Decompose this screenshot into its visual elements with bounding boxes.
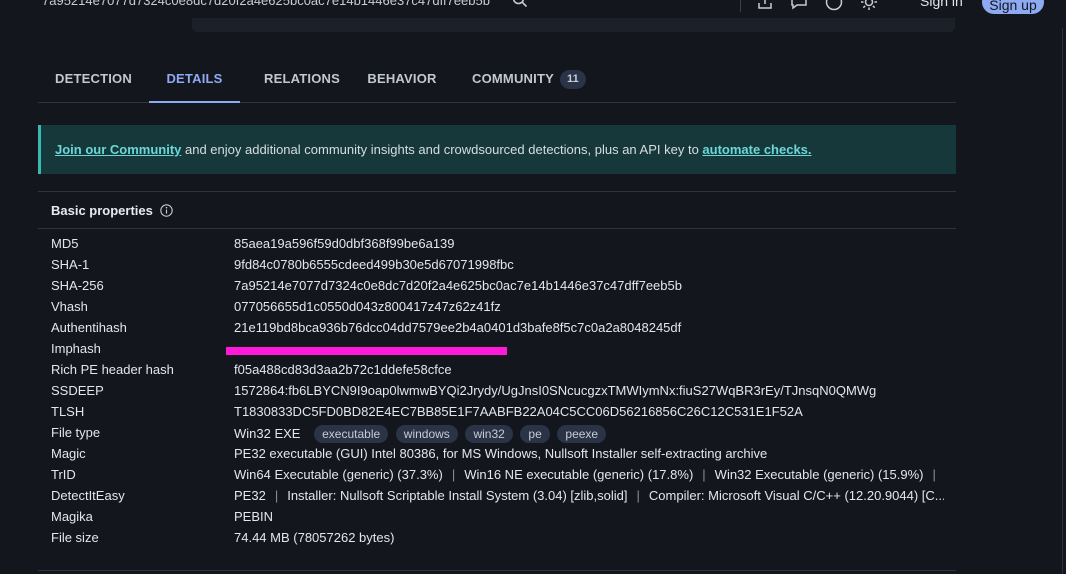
trid-segment: Win16 NE executable (generic) (17.8%) [464,467,694,482]
sign-up-button[interactable]: Sign up [982,0,1044,14]
property-row: Authentihash 21e119bd8bca936b76dcc04dd75… [38,320,956,341]
header-card-edge [192,18,955,32]
tab-label: COMMUNITY [472,71,554,86]
property-value: f05a488cd83d3aa2b72c1ddefe58cfce [234,362,452,377]
tag-chip[interactable]: win32 [465,425,513,443]
trid-segment: Win32 Executable (generic) (15.9%) [714,467,924,482]
property-value: 7a95214e7077d7324c0e8dc7d20f2a4e625bc0ac… [234,278,682,293]
property-value: PE32 executable (GUI) Intel 80386, for M… [234,446,768,461]
property-value: Win32 EXE [234,426,301,441]
sign-in-link[interactable]: Sign in [920,0,963,9]
property-row: SSDEEP 1572864:fb6LBYCN9I9oap0lwmwBYQi2J… [38,383,956,404]
trid-value: Win64 Executable (generic) (37.3%) | Win16… [234,467,944,482]
tab-detection[interactable]: DETECTION [46,58,141,103]
property-value: 74.44 MB (78057262 bytes) [234,530,395,545]
community-banner: Join our Community and enjoy additional … [38,125,956,174]
divider [38,228,956,229]
automate-checks-link[interactable]: automate checks. [702,142,811,157]
property-value: 9fd84c0780b6555cdeed499b30e5d67071998fbc [234,257,514,272]
separator: | [636,488,640,503]
property-row: SHA-1 9fd84c0780b6555cdeed499b30e5d67071… [38,257,956,278]
property-key: Magic [51,446,86,461]
basic-properties-card: Basic properties MD5 85aea19a596f59d0dbf… [38,191,956,574]
property-row: Rich PE header hash f05a488cd83d3aa2b72c… [38,362,956,383]
help-icon[interactable] [825,0,843,11]
property-value: PEBIN [234,509,274,524]
search-icon[interactable] [512,0,528,8]
chat-icon[interactable] [790,0,808,11]
property-key: Magika [51,509,93,524]
top-bar: 7a95214e7077d7324c0e8dc7d20f2a4e625bc0ac… [0,0,1066,18]
die-segment: PE32 [234,488,266,503]
property-row: Vhash 077056655d1c0550d043z800417z47z62z… [38,299,956,320]
tab-label: RELATIONS [264,71,340,86]
trid-segment: Win64 Executable (generic) (37.3%) [234,467,443,482]
tab-details[interactable]: DETAILS [149,58,240,103]
die-segment: Compiler: Microsoft Visual C/C++ (12.20.… [648,488,944,503]
property-key: Imphash [51,341,101,356]
property-key: Authentihash [51,320,127,335]
property-key: SSDEEP [51,383,104,398]
tag-chip[interactable]: executable [314,425,389,443]
tab-relations[interactable]: RELATIONS [252,58,352,103]
right-divider [1062,28,1063,574]
separator: | [274,488,279,503]
theme-toggle-icon[interactable] [860,0,878,11]
property-key: Vhash [51,299,88,314]
property-row: Magic PE32 executable (GUI) Intel 80386,… [38,446,956,467]
section-title: Basic properties [51,203,153,218]
property-row: DetectItEasy PE32 | Installer: Nullsoft Sc… [38,488,956,509]
property-key: File type [51,425,101,440]
tab-community[interactable]: COMMUNITY 11 [466,58,592,103]
separator: | [702,467,706,482]
tab-label: BEHAVIOR [367,71,437,86]
property-key: DetectItEasy [51,488,125,503]
tag-chip[interactable]: peexe [557,425,607,443]
tab-label: DETECTION [55,71,132,86]
die-segment: Installer: Nullsoft Scriptable Install S… [287,488,628,503]
search-input[interactable]: 7a95214e7077d7324c0e8dc7d20f2a4e625bc0ac… [42,0,490,8]
property-key: File size [51,530,99,545]
property-row: TrID Win64 Executable (generic) (37.3%) |… [38,467,956,488]
property-key: SHA-1 [51,257,90,272]
tag-chip[interactable]: windows [395,425,458,443]
property-key: Rich PE header hash [51,362,174,377]
property-row: File size 74.44 MB (78057262 bytes) [38,530,956,551]
property-key: MD5 [51,236,79,251]
property-row: SHA-256 7a95214e7077d7324c0e8dc7d20f2a4e… [38,278,956,299]
tab-behavior[interactable]: BEHAVIOR [362,58,442,103]
property-key: SHA-256 [51,278,104,293]
property-key: TLSH [51,404,85,419]
file-type-value: Win32 EXE executable windows win32 pe pe… [234,425,944,443]
property-row: TLSH T1830833DC5FD0BD82E4EC7BB85E1F7AABF… [38,404,956,425]
tag-chip[interactable]: pe [520,425,550,443]
toolbar-divider [740,0,741,12]
property-row: Magika PEBIN [38,509,956,530]
tab-label: DETAILS [166,71,223,86]
property-value: 21e119bd8bca936b76dcc04dd7579ee2b4a0401d… [234,320,682,335]
property-row: MD5 85aea19a596f59d0dbf368f99be6a139 [38,236,956,257]
property-value: 85aea19a596f59d0dbf368f99be6a139 [234,236,455,251]
separator: | [451,467,456,482]
separator: | [932,467,936,482]
join-community-link[interactable]: Join our Community [55,142,181,157]
property-value: T1830833DC5FD0BD82E4EC7BB85E1F7AABFB22A0… [234,404,803,419]
community-count-badge: 11 [559,70,586,90]
property-row: File type Win32 EXE executable windows w… [38,425,956,446]
report-tabs: DETECTION DETAILS RELATIONS BEHAVIOR COM… [38,58,956,103]
upload-icon[interactable] [756,0,774,11]
divider [38,570,956,571]
property-value: 077056655d1c0550d043z800417z47z62z41fz [234,299,501,314]
detectiteasy-value: PE32 | Installer: Nullsoft Scriptable Inst… [234,488,944,503]
info-icon[interactable] [160,204,173,217]
property-value: 1572864:fb6LBYCN9I9oap0lwmwBYQi2Jrydy/Ug… [234,383,877,398]
banner-text: and enjoy additional community insights … [181,142,703,157]
property-key: TrID [51,467,76,482]
redaction-bar [226,347,507,355]
